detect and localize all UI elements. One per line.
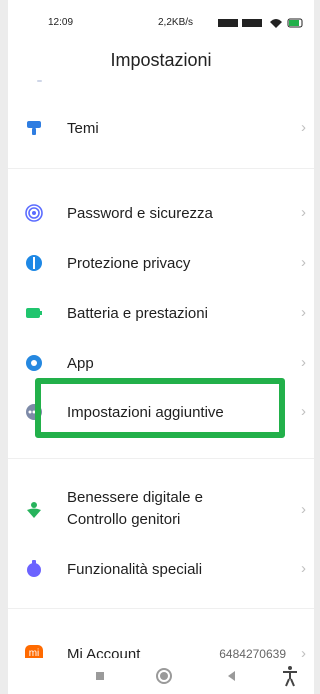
settings-screen: 12:09 2,2KB/s Impostazioni Temi › Passwo… bbox=[8, 0, 314, 694]
settings-item-label: Temi bbox=[67, 120, 99, 137]
settings-item-label-line1: Benessere digitale e bbox=[67, 489, 203, 506]
chevron-right-icon: › bbox=[301, 119, 306, 136]
chevron-right-icon: › bbox=[301, 304, 306, 321]
status-icons bbox=[218, 18, 303, 28]
settings-item-wellbeing[interactable]: Benessere digitale e Controllo genitori … bbox=[8, 485, 314, 535]
signal-icon bbox=[218, 19, 238, 27]
chevron-right-icon: › bbox=[301, 560, 306, 577]
special-features-icon bbox=[27, 560, 41, 577]
divider bbox=[8, 458, 314, 459]
settings-item-privacy[interactable]: Protezione privacy › bbox=[8, 241, 314, 285]
settings-item-special[interactable]: Funzionalità speciali › bbox=[8, 547, 314, 591]
fingerprint-icon bbox=[25, 204, 43, 222]
privacy-shield-icon bbox=[26, 255, 42, 271]
divider bbox=[8, 608, 314, 609]
chevron-right-icon: › bbox=[301, 354, 306, 371]
gear-icon bbox=[26, 355, 42, 371]
home-circle-icon[interactable] bbox=[152, 664, 176, 688]
chevron-right-icon: › bbox=[301, 501, 306, 518]
settings-item-temi[interactable]: Temi › bbox=[8, 106, 314, 150]
square-icon[interactable] bbox=[88, 664, 112, 688]
chevron-right-icon: › bbox=[301, 204, 306, 221]
settings-item-label-line2: Controllo genitori bbox=[67, 511, 181, 528]
status-bar: 12:09 2,2KB/s bbox=[8, 0, 314, 44]
status-time: 12:09 bbox=[48, 17, 74, 28]
settings-item-label: Password e sicurezza bbox=[67, 205, 213, 222]
chevron-right-icon: › bbox=[301, 254, 306, 271]
highlight-box bbox=[35, 378, 285, 438]
settings-item-label: Batteria e prestazioni bbox=[67, 305, 208, 322]
signal-icon-2 bbox=[242, 19, 262, 27]
settings-item-label: Protezione privacy bbox=[67, 255, 191, 272]
battery-settings-icon bbox=[26, 308, 42, 318]
accessibility-icon[interactable] bbox=[278, 664, 302, 688]
page-title: Impostazioni bbox=[110, 50, 212, 70]
wifi-icon bbox=[270, 19, 282, 28]
wellbeing-icon bbox=[27, 502, 41, 518]
navigation-bar bbox=[8, 658, 314, 694]
settings-item-label: App bbox=[67, 355, 94, 372]
back-icon[interactable] bbox=[220, 664, 244, 688]
settings-item-battery[interactable]: Batteria e prestazioni › bbox=[8, 291, 314, 335]
divider bbox=[8, 168, 314, 169]
theme-icon bbox=[27, 121, 41, 135]
settings-item-password[interactable]: Password e sicurezza › bbox=[8, 191, 314, 235]
chevron-right-icon: › bbox=[301, 403, 306, 420]
scroll-hint bbox=[37, 80, 42, 82]
status-speed: 2,2KB/s bbox=[158, 17, 194, 28]
settings-item-label: Funzionalità speciali bbox=[67, 561, 203, 578]
